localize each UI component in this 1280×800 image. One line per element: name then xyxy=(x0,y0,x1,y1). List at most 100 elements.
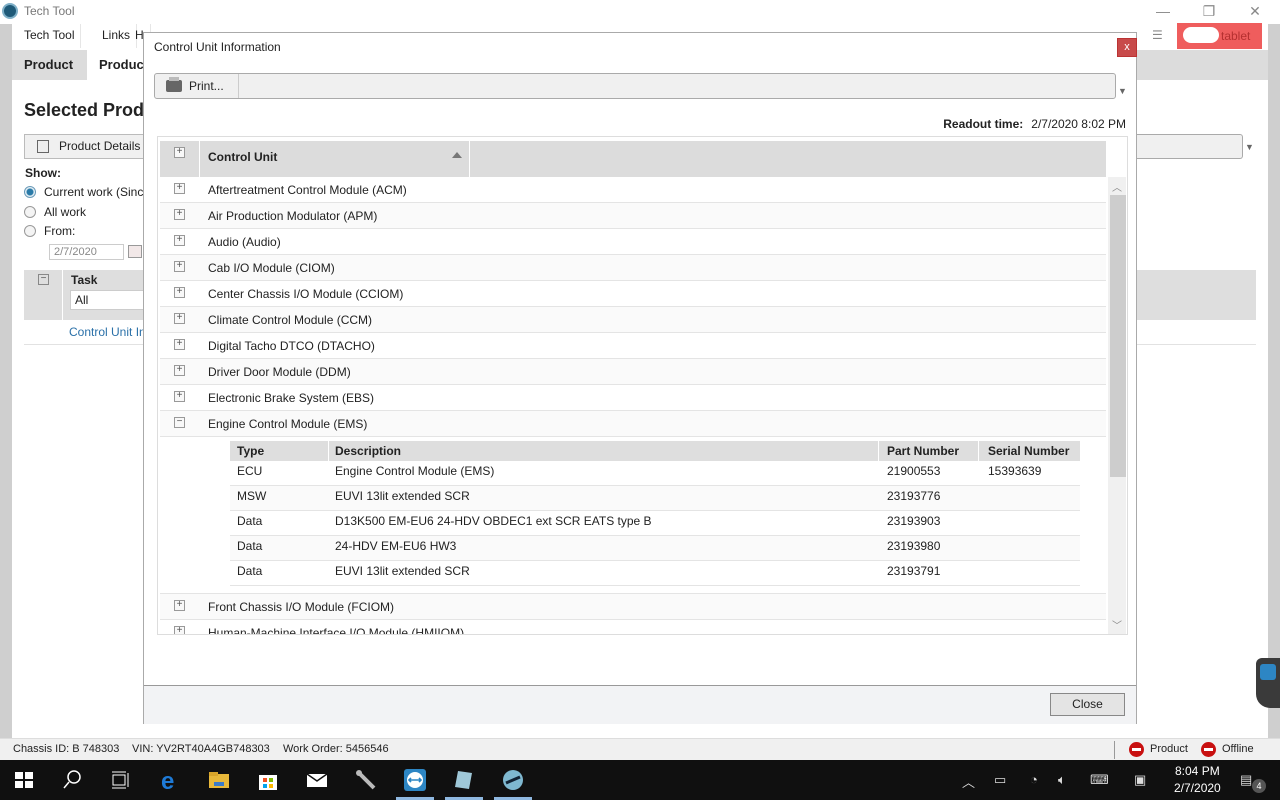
control-unit-info-link[interactable]: Control Unit In xyxy=(69,325,146,339)
expand-icon[interactable]: + xyxy=(174,261,185,272)
maximize-button[interactable]: ❐ xyxy=(1186,0,1232,22)
volume-icon[interactable]: 🔈︎ xyxy=(1058,772,1066,788)
store-icon[interactable] xyxy=(256,768,280,792)
keyboard-icon[interactable]: ⌨ xyxy=(1090,772,1109,788)
taskbar: e ︿ ▭ ◔ 🔈︎ ⌨ ▣ 8:04 PM 2/7/2020 ▤ 4 xyxy=(0,760,1280,800)
control-unit-name: Driver Door Module (DDM) xyxy=(208,365,351,379)
from-date-input[interactable]: 2/7/2020 xyxy=(49,244,124,260)
edge-browser-icon[interactable]: e xyxy=(158,768,182,792)
print-button[interactable]: Print... xyxy=(155,74,239,98)
action-center-icon[interactable]: ▤ xyxy=(1240,772,1252,788)
scrollbar-thumb[interactable] xyxy=(1110,195,1126,477)
control-unit-column-header[interactable]: Control Unit xyxy=(208,150,277,164)
menu-tech-tool[interactable]: Tech Tool xyxy=(18,24,82,48)
control-unit-row[interactable]: + Audio (Audio) xyxy=(160,229,1106,255)
notification-badge: 4 xyxy=(1252,779,1266,793)
type-cell: MSW xyxy=(237,489,267,503)
table-row[interactable]: Data EUVI 13lit extended SCR 23193791 xyxy=(230,561,1080,586)
control-unit-row[interactable]: + Center Chassis I/O Module (CCIOM) xyxy=(160,281,1106,307)
expand-icon[interactable]: + xyxy=(174,339,185,350)
column-header[interactable]: Description xyxy=(335,444,401,458)
column-header[interactable]: Serial Number xyxy=(988,444,1069,458)
wifi-icon[interactable]: ◔ xyxy=(1030,772,1038,787)
control-unit-row[interactable]: + Human-Machine Interface I/O Module (HMI… xyxy=(160,620,1106,634)
control-unit-row[interactable]: + Front Chassis I/O Module (FCIOM) xyxy=(160,594,1106,620)
expand-icon[interactable]: + xyxy=(174,626,185,634)
vertical-scrollbar[interactable]: ︿ ﹀ xyxy=(1108,177,1126,634)
wrench-icon[interactable] xyxy=(354,768,378,792)
redacted-blob xyxy=(1183,27,1219,43)
control-unit-name: Audio (Audio) xyxy=(208,235,281,249)
windows-start-icon[interactable] xyxy=(12,768,36,792)
column-header[interactable]: Part Number xyxy=(887,444,959,458)
printer-icon xyxy=(166,77,182,92)
page-title: Selected Prod xyxy=(24,100,145,120)
table-row[interactable]: ECU Engine Control Module (EMS) 21900553 15… xyxy=(230,461,1080,486)
calendar-icon[interactable] xyxy=(128,245,142,258)
expand-icon[interactable]: + xyxy=(174,391,185,402)
window-close-button[interactable]: ✕ xyxy=(1232,0,1278,22)
search-icon[interactable] xyxy=(60,768,84,792)
sort-ascending-icon[interactable] xyxy=(452,152,462,158)
table-row[interactable]: MSW EUVI 13lit extended SCR 23193776 xyxy=(230,486,1080,511)
vin: VIN: YV2RT40A4GB748303 xyxy=(132,743,270,755)
control-unit-row[interactable]: + Driver Door Module (DDM) xyxy=(160,359,1106,385)
expand-icon[interactable]: + xyxy=(174,365,185,376)
readout-time: Readout time: 2/7/2020 8:02 PM xyxy=(943,117,1126,131)
battery-icon[interactable]: ▭ xyxy=(994,772,1006,788)
dialog-footer: Close xyxy=(144,685,1136,724)
collapse-icon[interactable]: − xyxy=(174,417,185,428)
radio-current-work[interactable]: Current work (Sinc xyxy=(24,185,143,199)
collapse-icon[interactable]: − xyxy=(38,274,49,285)
mail-icon[interactable] xyxy=(305,768,329,792)
file-explorer-icon[interactable] xyxy=(207,768,231,792)
table-row[interactable]: Data 24-HDV EM-EU6 HW3 23193980 xyxy=(230,536,1080,561)
tab-product[interactable]: Product xyxy=(12,50,85,80)
expand-icon[interactable]: + xyxy=(174,183,185,194)
expand-icon[interactable]: + xyxy=(174,600,185,611)
tech-tool-taskbar-icon[interactable] xyxy=(501,768,525,792)
minimize-button[interactable]: — xyxy=(1140,0,1186,22)
expand-icon[interactable]: + xyxy=(174,209,185,220)
product-status[interactable]: Product xyxy=(1150,743,1188,755)
column-divider xyxy=(978,441,979,461)
control-unit-row[interactable]: − Engine Control Module (EMS) xyxy=(160,411,1106,437)
teamviewer-icon[interactable] xyxy=(403,768,427,792)
window-title: Tech Tool xyxy=(24,4,75,18)
notepad-icon[interactable] xyxy=(452,768,476,792)
tablet-button[interactable]: tablet xyxy=(1177,23,1262,49)
product-status-icon xyxy=(1129,742,1144,757)
dropdown-arrow-icon[interactable]: ▼ xyxy=(1245,142,1254,152)
clock[interactable]: 8:04 PM 2/7/2020 xyxy=(1174,763,1221,797)
scroll-down-icon[interactable]: ﹀ xyxy=(1112,617,1122,632)
connection-status[interactable]: Offline xyxy=(1222,743,1254,755)
control-unit-row[interactable]: + Cab I/O Module (CIOM) xyxy=(160,255,1106,281)
work-order: Work Order: 5456546 xyxy=(283,743,389,755)
radio-all-work[interactable]: All work xyxy=(24,205,86,219)
dialog-close-x-button[interactable]: x xyxy=(1117,38,1137,57)
task-view-icon[interactable] xyxy=(108,768,132,792)
control-unit-row[interactable]: + Electronic Brake System (EBS) xyxy=(160,385,1106,411)
show-hidden-icons-icon[interactable]: ︿ xyxy=(962,772,975,791)
expand-icon[interactable]: + xyxy=(174,235,185,246)
control-unit-row[interactable]: + Air Production Modulator (APM) xyxy=(160,203,1106,229)
control-unit-row[interactable]: + Climate Control Module (CCM) xyxy=(160,307,1106,333)
scroll-up-icon[interactable]: ︿ xyxy=(1112,179,1122,194)
table-row[interactable]: Data D13K500 EM-EU6 24-HDV OBDEC1 ext SCR… xyxy=(230,511,1080,536)
notification-icon[interactable]: ☰ xyxy=(1152,28,1170,44)
expand-icon[interactable]: + xyxy=(174,313,185,324)
close-button[interactable]: Close xyxy=(1050,693,1125,716)
tablet-mode-icon[interactable]: ▣ xyxy=(1134,772,1146,788)
control-unit-row[interactable]: + Aftertreatment Control Module (ACM) xyxy=(160,177,1106,203)
toolbar-overflow-icon[interactable]: ▼ xyxy=(1118,86,1127,96)
control-unit-row[interactable]: + Digital Tacho DTCO (DTACHO) xyxy=(160,333,1106,359)
expand-all-icon[interactable]: + xyxy=(174,147,185,158)
background-dropdown[interactable] xyxy=(1135,134,1243,159)
radio-from[interactable]: From: xyxy=(24,224,75,238)
radio-label: From: xyxy=(44,224,76,238)
column-header[interactable]: Type xyxy=(237,444,264,458)
expand-icon[interactable]: + xyxy=(174,287,185,298)
product-details-button[interactable]: Product Details xyxy=(24,134,154,159)
control-unit-name: Front Chassis I/O Module (FCIOM) xyxy=(208,600,395,614)
teamviewer-tab-icon[interactable] xyxy=(1256,658,1280,708)
